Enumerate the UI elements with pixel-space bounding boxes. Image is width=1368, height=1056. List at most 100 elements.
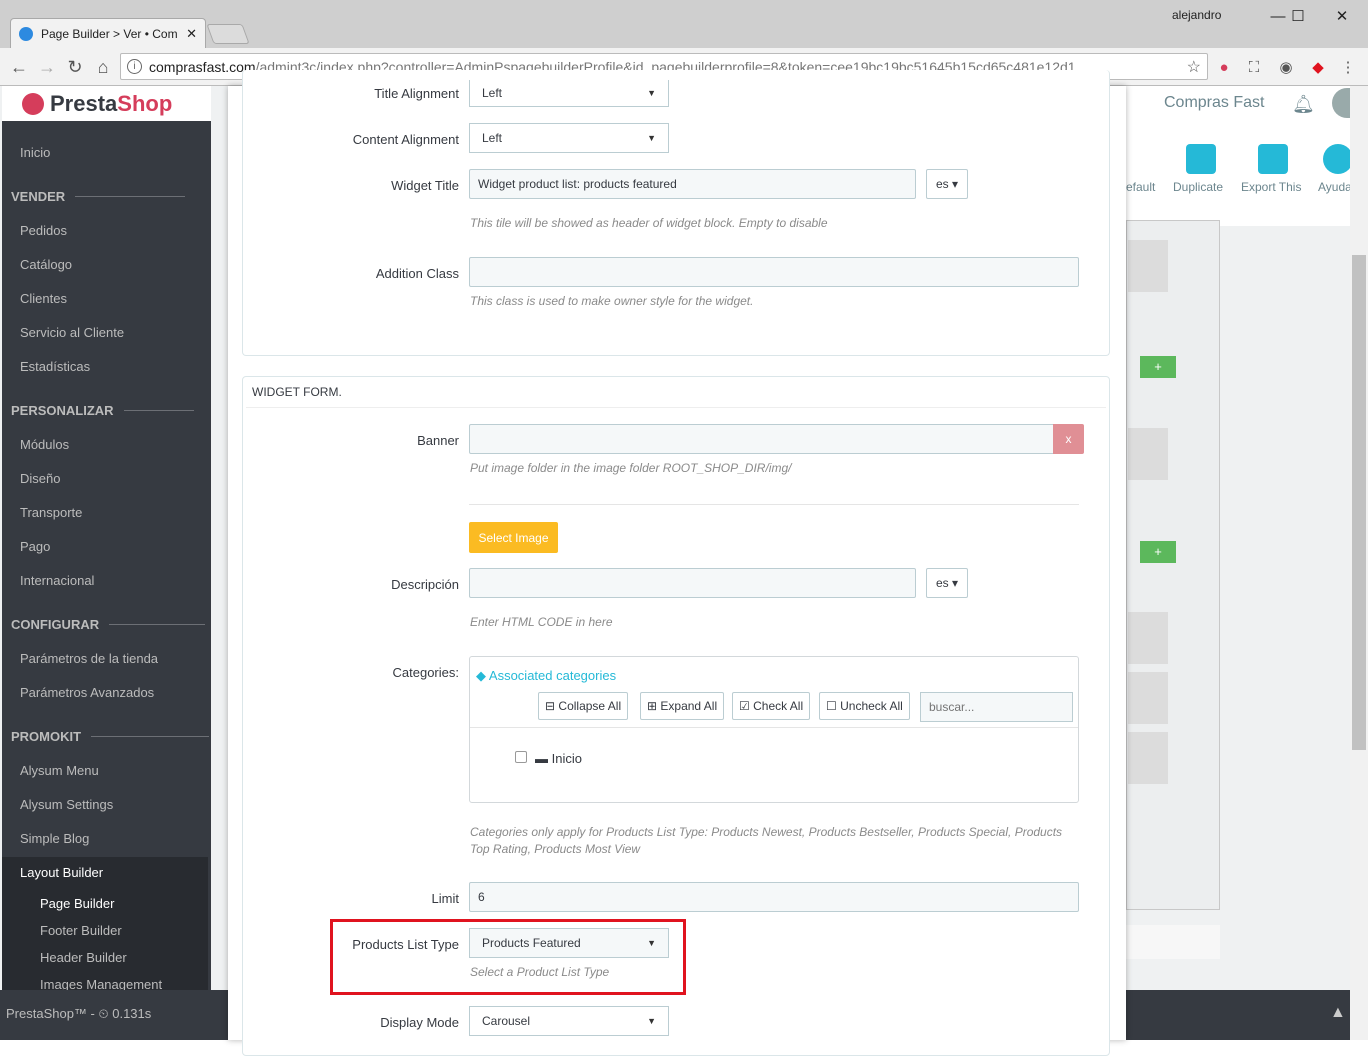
banner-help: Put image folder in the image folder ROO… (470, 461, 792, 475)
sidebar-item-layout-builder[interactable]: Layout Builder (20, 865, 103, 880)
widget-settings-panel (242, 70, 1110, 356)
descripcion-input[interactable] (469, 568, 916, 598)
addition-class-input[interactable] (469, 257, 1079, 287)
new-tab-button[interactable] (206, 24, 250, 44)
collapse-all-button[interactable]: ⊟ Collapse All (538, 692, 629, 720)
maximize-icon[interactable]: ☐ (1278, 4, 1318, 28)
forward-icon[interactable]: → (36, 56, 58, 78)
banner-input[interactable] (469, 424, 1055, 454)
extension-icon[interactable]: ● (1214, 57, 1234, 77)
sidebar-sub-page-builder[interactable]: Page Builder (40, 896, 114, 911)
category-search-input[interactable] (920, 692, 1073, 722)
notifications-bell-icon[interactable]: 🔔︎ (1292, 94, 1315, 115)
export-button[interactable]: Export This (1241, 180, 1301, 194)
sidebar-item-servicio[interactable]: Servicio al Cliente (20, 325, 124, 340)
widget-title-label: Widget Title (391, 178, 459, 193)
add-block-icon[interactable]: + (1140, 541, 1176, 563)
export-icon[interactable] (1258, 144, 1288, 174)
tab-close-icon[interactable]: ✕ (186, 26, 197, 42)
categories-label: Categories: (392, 665, 459, 680)
category-checkbox[interactable] (515, 751, 527, 763)
home-icon[interactable]: ⌂ (92, 56, 114, 78)
sidebar-item-param-tienda[interactable]: Parámetros de la tienda (20, 651, 158, 666)
builder-block (1128, 240, 1168, 292)
sidebar-item-simple-blog[interactable]: Simple Blog (20, 831, 89, 846)
expand-all-button[interactable]: ⊞ Expand All (640, 692, 725, 720)
help-button[interactable]: Ayuda (1318, 180, 1352, 194)
shop-name[interactable]: Compras Fast (1164, 94, 1264, 112)
prestashop-logo[interactable]: Presta Shop (2, 86, 211, 121)
bookmark-star-icon[interactable]: ☆ (1187, 57, 1201, 77)
profile-name[interactable]: alejandro (1172, 8, 1221, 22)
display-mode-label: Display Mode (380, 1015, 459, 1030)
url-host: comprasfast.com (149, 58, 256, 75)
title-alignment-select[interactable]: Left ▼ (469, 80, 669, 107)
minus-square-icon: ⊟ (545, 699, 556, 713)
banner-label: Banner (417, 433, 459, 448)
products-list-type-help: Select a Product List Type (470, 965, 610, 979)
builder-block (1128, 672, 1168, 724)
menu-icon[interactable]: ⋮ (1338, 57, 1358, 77)
add-block-icon[interactable]: + (1140, 356, 1176, 378)
content-alignment-select[interactable]: Left ▼ (469, 123, 669, 153)
close-window-icon[interactable]: ✕ (1322, 4, 1362, 28)
limit-input[interactable]: 6 (469, 882, 1079, 912)
uncheck-all-button[interactable]: ☐ Uncheck All (819, 692, 910, 720)
widget-form-heading: WIDGET FORM. (252, 385, 342, 399)
sidebar-item-estadisticas[interactable]: Estadísticas (20, 359, 90, 374)
check-all-button[interactable]: ☑ Check All (732, 692, 811, 720)
sidebar-heading-promokit: PROMOKIT (11, 729, 210, 744)
browser-tab[interactable]: Page Builder > Ver • Com ✕ (10, 18, 206, 48)
favicon-icon (19, 26, 33, 41)
widget-title-input[interactable]: Widget product list: products featured (469, 169, 916, 199)
sidebar-item-alysum-menu[interactable]: Alysum Menu (20, 763, 99, 778)
products-list-type-label: Products List Type (352, 937, 459, 952)
sidebar-item-pedidos[interactable]: Pedidos (20, 223, 67, 238)
info-icon[interactable]: i (127, 59, 142, 74)
sidebar-item-modulos[interactable]: Módulos (20, 437, 69, 452)
reload-icon[interactable]: ↻ (64, 56, 86, 78)
sidebar-item-diseno[interactable]: Diseño (20, 471, 60, 486)
sidebar-item-transporte[interactable]: Transporte (20, 505, 82, 520)
footer-text: PrestaShop™ - ⏲ 0.131s (6, 1006, 152, 1021)
sidebar-item-inicio[interactable]: Inicio (20, 145, 50, 160)
shield-icon[interactable]: ◆ (1308, 57, 1328, 77)
back-icon[interactable]: ← (8, 56, 30, 78)
descripcion-help: Enter HTML CODE in here (470, 615, 613, 629)
limit-label: Limit (431, 891, 459, 906)
duplicate-button[interactable]: Duplicate (1173, 180, 1223, 194)
sidebar-sub-footer-builder[interactable]: Footer Builder (40, 923, 122, 938)
default-button[interactable]: efault (1126, 180, 1155, 194)
builder-column (1126, 220, 1220, 910)
help-icon[interactable] (1323, 144, 1353, 174)
folder-icon: ▬ (535, 751, 548, 766)
sidebar-heading-personalizar: PERSONALIZAR (11, 403, 194, 418)
sidebar-item-clientes[interactable]: Clientes (20, 291, 67, 306)
sidebar-item-catalogo[interactable]: Catálogo (20, 257, 72, 272)
builder-block (1128, 428, 1168, 480)
associated-categories-heading: ◆ Associated categories (476, 668, 617, 683)
sidebar-item-param-avanzados[interactable]: Parámetros Avanzados (20, 685, 154, 700)
select-image-button[interactable]: Select Image (469, 522, 558, 553)
sidebar-heading-configurar: CONFIGURAR (11, 617, 206, 632)
sidebar-item-alysum-settings[interactable]: Alysum Settings (20, 797, 113, 812)
camera-icon[interactable]: ◉ (1276, 57, 1296, 77)
descripcion-label: Descripción (391, 577, 459, 592)
scroll-top-icon[interactable]: ▲ (1330, 1004, 1346, 1022)
puffin-logo-icon (22, 92, 44, 115)
title-alignment-label: Title Alignment (374, 86, 459, 101)
scrollbar-thumb[interactable] (1352, 255, 1366, 750)
sidebar-item-pago[interactable]: Pago (20, 539, 50, 554)
banner-clear-button[interactable]: x (1053, 424, 1084, 454)
category-item-inicio[interactable]: ▬ Inicio (535, 751, 582, 766)
screenshot-icon[interactable]: ⛶ (1244, 57, 1264, 77)
sidebar-item-internacional[interactable]: Internacional (20, 573, 94, 588)
content-alignment-label: Content Alignment (352, 132, 459, 147)
checked-square-icon: ☑ (739, 699, 750, 713)
sidebar-sub-header-builder[interactable]: Header Builder (40, 950, 127, 965)
products-list-type-select[interactable]: Products Featured ▼ (469, 928, 669, 958)
descripcion-lang-button[interactable]: es ▾ (926, 568, 968, 598)
duplicate-icon[interactable] (1186, 144, 1216, 174)
display-mode-select[interactable]: Carousel ▼ (469, 1006, 669, 1036)
widget-title-lang-button[interactable]: es ▾ (926, 169, 968, 199)
